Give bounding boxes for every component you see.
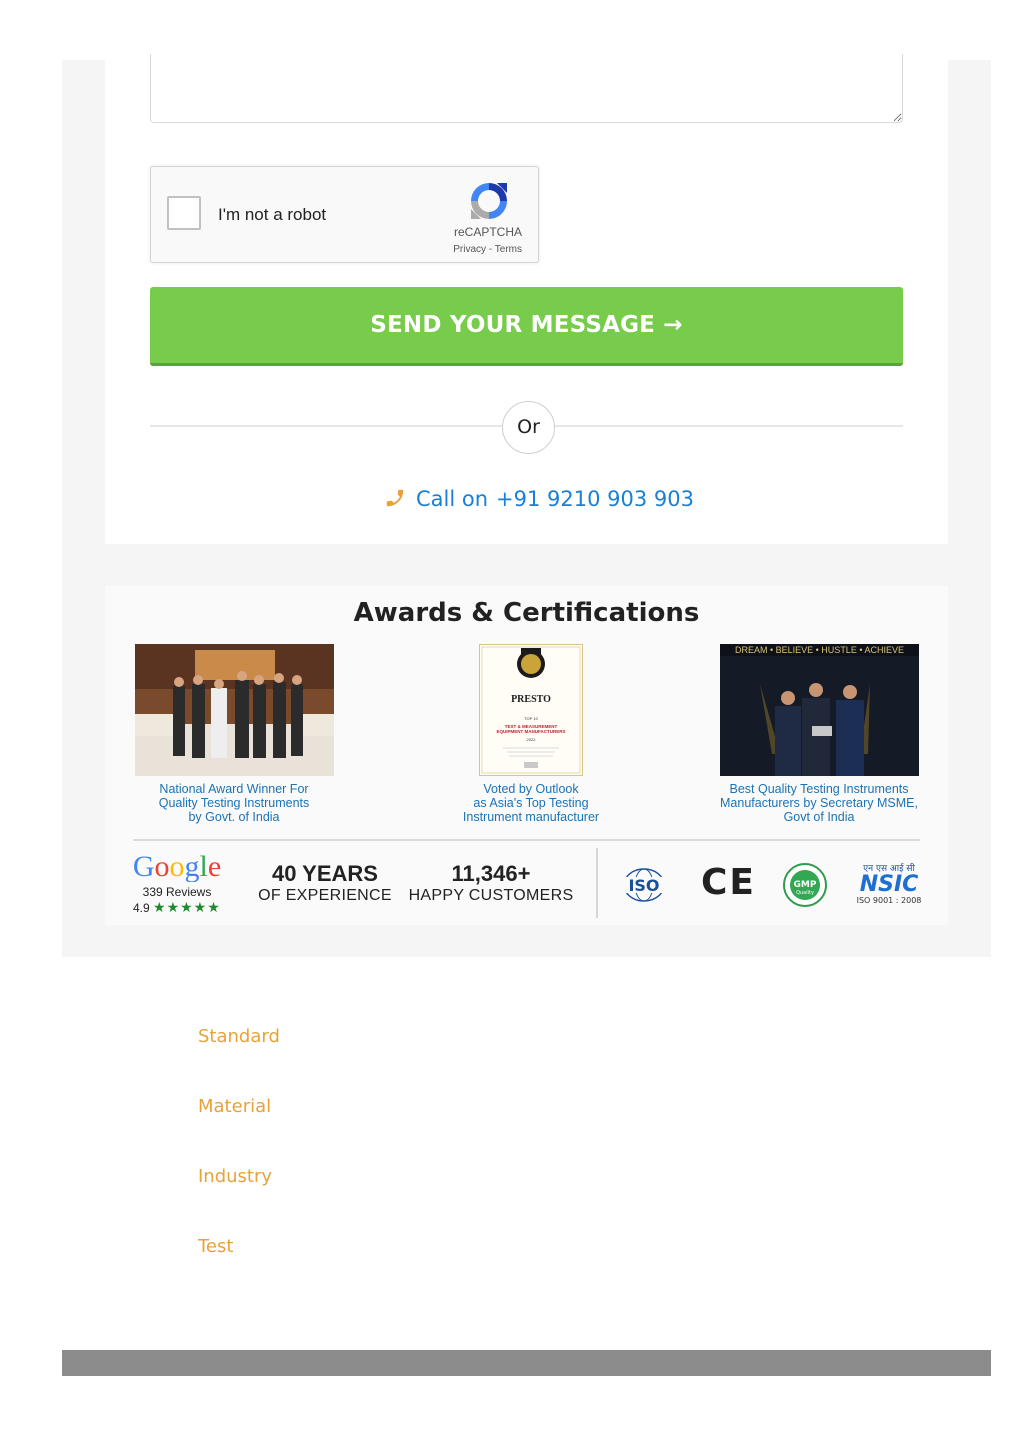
award-caption-line: Voted by Outlook (483, 782, 579, 796)
award-caption-msme: Best Quality Testing Instruments Manufac… (719, 782, 919, 824)
certificate-brand: PRESTO (511, 694, 551, 705)
link-test[interactable]: Test (198, 1236, 280, 1306)
award-item-msme: DREAM • BELIEVE • HUSTLE • ACHIEVE Best … (719, 644, 919, 824)
google-rating-stars: ★★★★★ (153, 899, 221, 915)
stats-vertical-separator (596, 848, 598, 918)
award-caption-line: Manufacturers by Secretary MSME, (720, 796, 918, 810)
customers-value: 11,346+ (451, 861, 531, 886)
customers-stat: 11,346+ HAPPY CUSTOMERS (405, 861, 577, 905)
iso-badge-icon: ISO (623, 868, 665, 902)
recaptcha-terms-link[interactable]: Terms (495, 244, 522, 255)
award-item-outlook: PRESTO TOP 10 TEST & MEASUREMENT EQUIPME… (431, 644, 631, 824)
award-certificate-outlook: PRESTO TOP 10 TEST & MEASUREMENT EQUIPME… (479, 644, 583, 776)
recaptcha-logo-icon (471, 183, 507, 219)
nsic-badge: एन एस आई सी NSIC ISO 9001 : 2008 (853, 864, 925, 905)
award-caption-line: Quality Testing Instruments (158, 796, 310, 810)
google-logo-text: Google (133, 850, 221, 882)
call-number[interactable]: +91 9210 903 903 (496, 487, 694, 511)
award-caption-line: National Award Winner For (159, 782, 309, 796)
google-rating-value: 4.9 (133, 901, 150, 915)
google-logo: Google (133, 850, 221, 883)
iso-badge-text: ISO (628, 876, 659, 895)
experience-value: 40 YEARS (272, 861, 378, 886)
recaptcha-checkbox[interactable] (167, 196, 201, 230)
message-textarea[interactable] (150, 54, 903, 123)
stats-divider (133, 839, 920, 841)
ce-mark-icon: CE (701, 862, 757, 903)
awards-title: Awards & Certifications (353, 598, 700, 628)
recaptcha-links: Privacy - Terms (453, 244, 522, 255)
recaptcha-brand: reCAPTCHA (453, 225, 522, 239)
award-banner-text: DREAM • BELIEVE • HUSTLE • ACHIEVE (734, 645, 903, 655)
customers-label: HAPPY CUSTOMERS (408, 887, 574, 904)
link-material[interactable]: Material (198, 1096, 280, 1166)
recaptcha-widget: I'm not a robot reCAPTCHA Privacy - Term… (150, 166, 539, 263)
google-reviews-block: Google 339 Reviews 4.9 ★★★★★ (129, 850, 225, 916)
gmp-badge-subtext: Quality (796, 890, 814, 896)
google-rating: 4.9 ★★★★★ (129, 899, 225, 916)
gmp-badge-icon: GMP Quality (783, 863, 827, 907)
or-circle: Or (502, 401, 555, 454)
recaptcha-privacy-link[interactable]: Privacy (453, 244, 486, 255)
certificate-top: TOP 10 (524, 716, 538, 721)
call-prefix: Call on (416, 487, 489, 511)
experience-label: OF EXPERIENCE (258, 887, 392, 904)
phone-icon (386, 489, 404, 507)
award-caption-line: Govt of India (783, 810, 855, 824)
award-caption-outlook: Voted by Outlook as Asia's Top Testing I… (431, 782, 631, 824)
experience-stat: 40 YEARS OF EXPERIENCE (255, 861, 395, 905)
award-photo-national (134, 644, 334, 776)
award-caption-line: Instrument manufacturer (462, 810, 600, 824)
gmp-badge-text: GMP (794, 880, 817, 890)
award-caption-line: as Asia's Top Testing (473, 796, 589, 810)
certificate-heading2: EQUIPMENT MANUFACTURERS (496, 729, 565, 734)
certificate-year: 2022 (527, 737, 537, 742)
send-message-button[interactable]: SEND YOUR MESSAGE → (150, 287, 903, 366)
awards-section: Awards & Certifications National Award W… (105, 586, 948, 925)
category-links: Standard Material Industry Test (198, 1026, 280, 1306)
award-item-national: National Award Winner For Quality Testin… (134, 644, 334, 824)
nsic-iso-text: ISO 9001 : 2008 (856, 896, 922, 905)
footer-bar (62, 1350, 991, 1376)
google-reviews-count: 339 Reviews (142, 885, 212, 899)
award-caption-national: National Award Winner For Quality Testin… (134, 782, 334, 824)
link-standard[interactable]: Standard (198, 1026, 280, 1096)
award-caption-line: by Govt. of India (188, 810, 280, 824)
nsic-logo-text: NSIC (859, 872, 919, 897)
award-photo-msme: DREAM • BELIEVE • HUSTLE • ACHIEVE (719, 644, 919, 776)
award-caption-line: Best Quality Testing Instruments (729, 782, 909, 796)
recaptcha-label: I'm not a robot (218, 205, 327, 224)
recaptcha-link-separator: - (486, 244, 495, 255)
call-link[interactable]: Call on +91 9210 903 903 (384, 487, 694, 511)
link-industry[interactable]: Industry (198, 1166, 280, 1236)
